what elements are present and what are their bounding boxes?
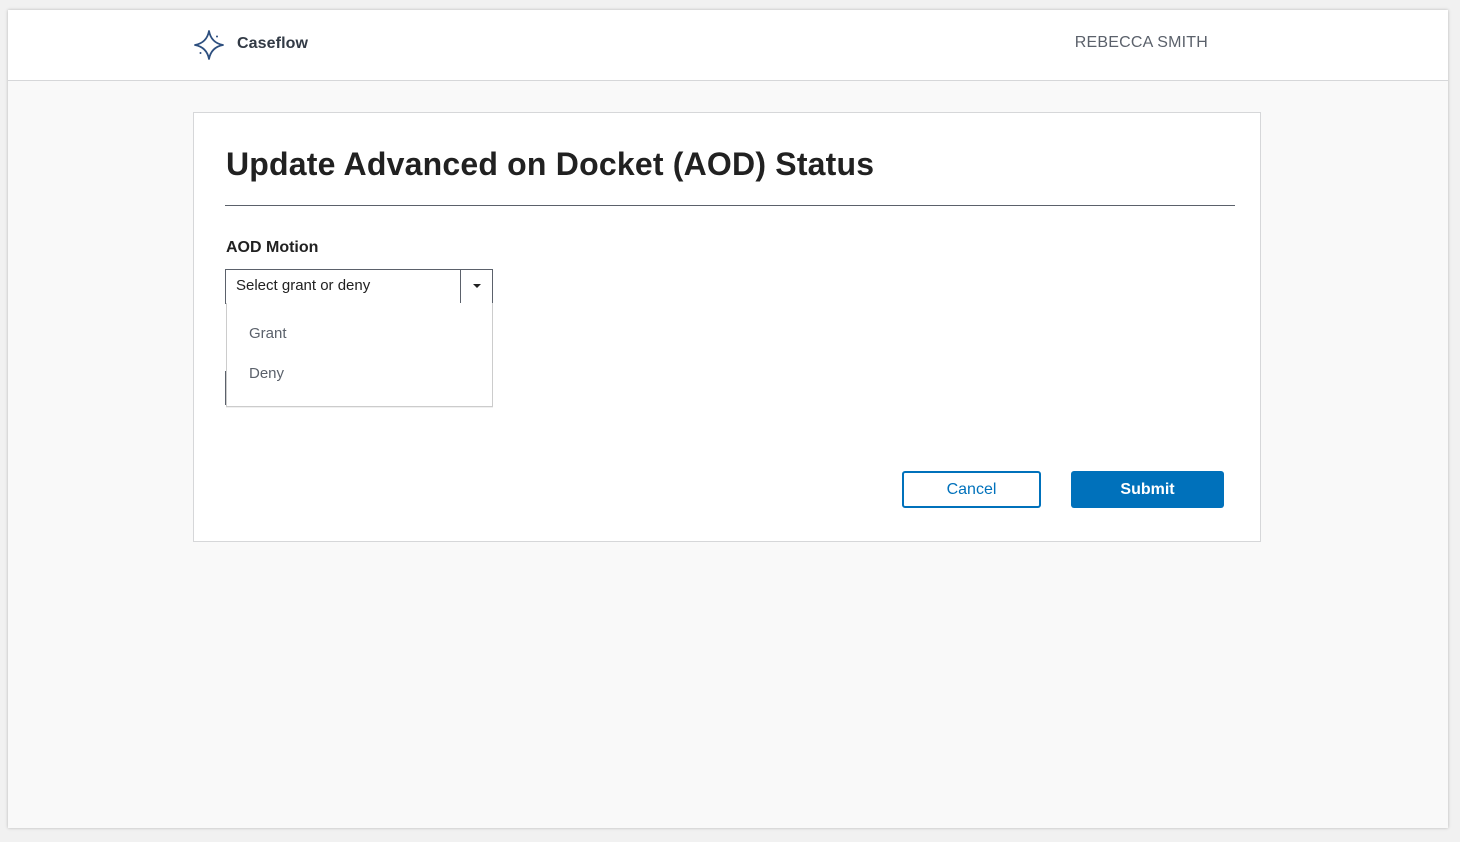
user-menu[interactable]: REBECCA SMITH bbox=[1075, 34, 1208, 52]
aod-motion-placeholder: Select grant or deny bbox=[236, 277, 371, 294]
brand-name[interactable]: Caseflow bbox=[237, 35, 308, 53]
caret-down-icon bbox=[473, 284, 481, 288]
cancel-button[interactable]: Cancel bbox=[902, 471, 1041, 508]
caseflow-logo-icon[interactable] bbox=[193, 29, 225, 61]
title-divider bbox=[225, 205, 1235, 206]
app-window: Caseflow REBECCA SMITH Update Advanced o… bbox=[8, 10, 1448, 828]
top-navigation-bar: Caseflow REBECCA SMITH bbox=[8, 10, 1448, 81]
aod-motion-options-menu: Grant Deny bbox=[226, 303, 493, 407]
dropdown-toggle[interactable] bbox=[460, 270, 492, 303]
aod-status-form: Update Advanced on Docket (AOD) Status A… bbox=[193, 112, 1261, 542]
aod-motion-select[interactable]: Select grant or deny bbox=[225, 269, 493, 304]
submit-button[interactable]: Submit bbox=[1071, 471, 1224, 508]
aod-motion-label: AOD Motion bbox=[226, 239, 319, 256]
page-title: Update Advanced on Docket (AOD) Status bbox=[226, 146, 875, 182]
option-grant[interactable]: Grant bbox=[227, 314, 492, 354]
option-deny[interactable]: Deny bbox=[227, 354, 492, 394]
